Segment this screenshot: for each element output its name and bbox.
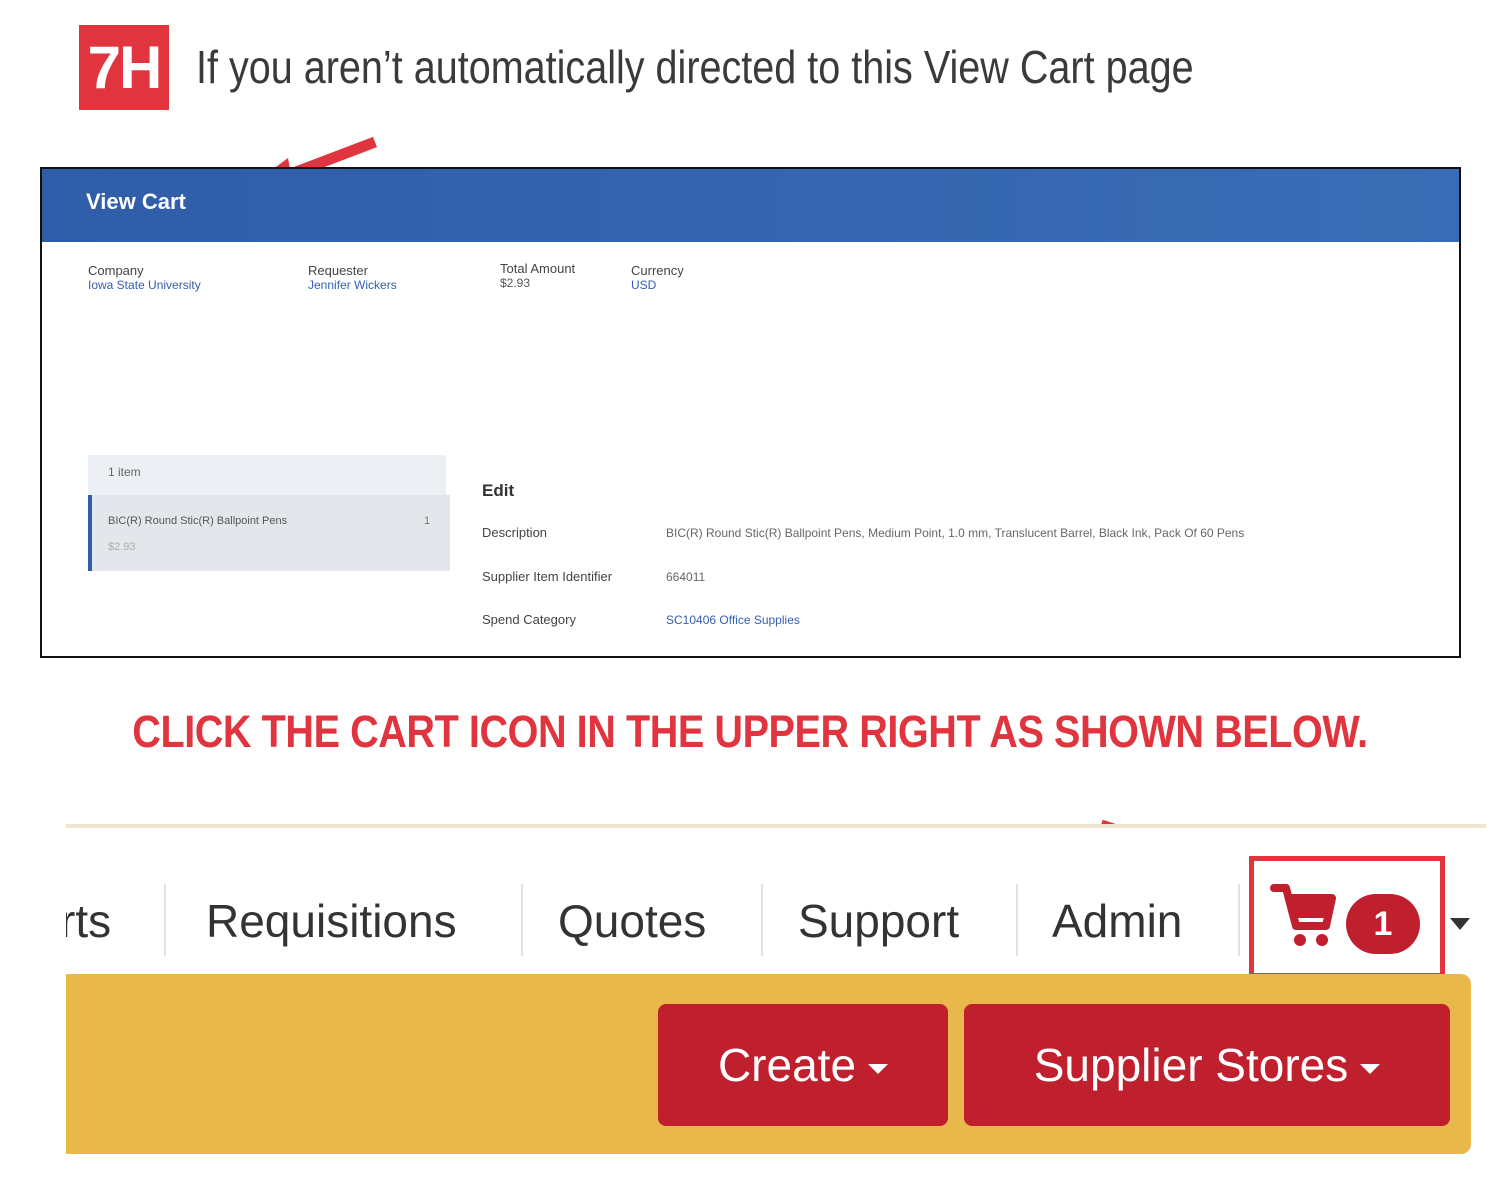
supplier-stores-button[interactable]: Supplier Stores: [964, 1004, 1450, 1126]
nav-item-support[interactable]: Support: [798, 894, 959, 948]
nav-item-quotes[interactable]: Quotes: [558, 894, 706, 948]
nav-top-border: [66, 824, 1486, 828]
meta-currency-value[interactable]: USD: [631, 278, 684, 292]
step-badge: 7H: [79, 25, 169, 110]
nav-item-carts[interactable]: rts: [66, 894, 111, 948]
meta-company-label: Company: [88, 263, 144, 278]
nav-divider: [1016, 884, 1018, 956]
meta-requester: Requester Jennifer Wickers: [308, 263, 397, 292]
cart-item-price: $2.93: [108, 541, 136, 553]
meta-requester-label: Requester: [308, 263, 368, 278]
meta-currency: Currency USD: [631, 263, 684, 292]
view-cart-title: View Cart: [86, 189, 186, 214]
nav-divider: [164, 884, 166, 956]
meta-total-value: $2.93: [500, 276, 531, 290]
create-button-label: Create: [717, 1039, 857, 1091]
supplier-item-id-value: 664011: [666, 570, 706, 584]
meta-total-label: Total Amount: [500, 261, 576, 276]
cart-items-list: 1 item BIC(R) Round Stic(R) Ballpoint Pe…: [88, 455, 450, 571]
nav-bar-screenshot: rts Requisitions Quotes Support Admin 1 …: [66, 824, 1486, 1164]
chevron-down-icon: [868, 1063, 889, 1074]
meta-currency-label: Currency: [631, 263, 684, 278]
chevron-down-icon: [1360, 1063, 1381, 1074]
cart-item-qty: 1: [424, 515, 431, 527]
spend-category-value[interactable]: SC10406 Office Supplies: [666, 613, 800, 627]
step-instruction-text: If you aren’t automatically directed to …: [196, 41, 1194, 93]
meta-total-amount: Total Amount $2.93: [500, 261, 575, 290]
cart-item-name: BIC(R) Round Stic(R) Ballpoint Pens: [108, 515, 288, 527]
chevron-down-icon[interactable]: [1450, 918, 1470, 930]
nav-divider: [1238, 884, 1240, 956]
meta-company-value[interactable]: Iowa State University: [88, 278, 201, 292]
cart-highlight-box: [1249, 856, 1445, 978]
meta-company: Company Iowa State University: [88, 263, 201, 292]
nav-divider: [521, 884, 523, 956]
nav-divider: [761, 884, 763, 956]
cart-item-row[interactable]: BIC(R) Round Stic(R) Ballpoint Pens 1 $2…: [88, 495, 450, 571]
edit-section-title: Edit: [482, 481, 515, 500]
description-label: Description: [482, 525, 548, 540]
meta-requester-value[interactable]: Jennifer Wickers: [308, 278, 397, 292]
description-value: BIC(R) Round Stic(R) Ballpoint Pens, Med…: [666, 526, 1245, 540]
items-count: 1 item: [108, 465, 141, 479]
supplier-stores-button-label: Supplier Stores: [1033, 1039, 1349, 1091]
nav-item-requisitions[interactable]: Requisitions: [206, 894, 457, 948]
view-cart-screenshot: View Cart Company Iowa State University …: [40, 167, 1461, 658]
create-button[interactable]: Create: [658, 1004, 948, 1126]
view-cart-header: View Cart: [42, 169, 1459, 242]
instruction-heading: CLICK THE CART ICON IN THE UPPER RIGHT A…: [132, 706, 1368, 757]
supplier-item-id-label: Supplier Item Identifier: [482, 569, 613, 584]
nav-item-admin[interactable]: Admin: [1052, 894, 1182, 948]
spend-category-label: Spend Category: [482, 612, 576, 627]
